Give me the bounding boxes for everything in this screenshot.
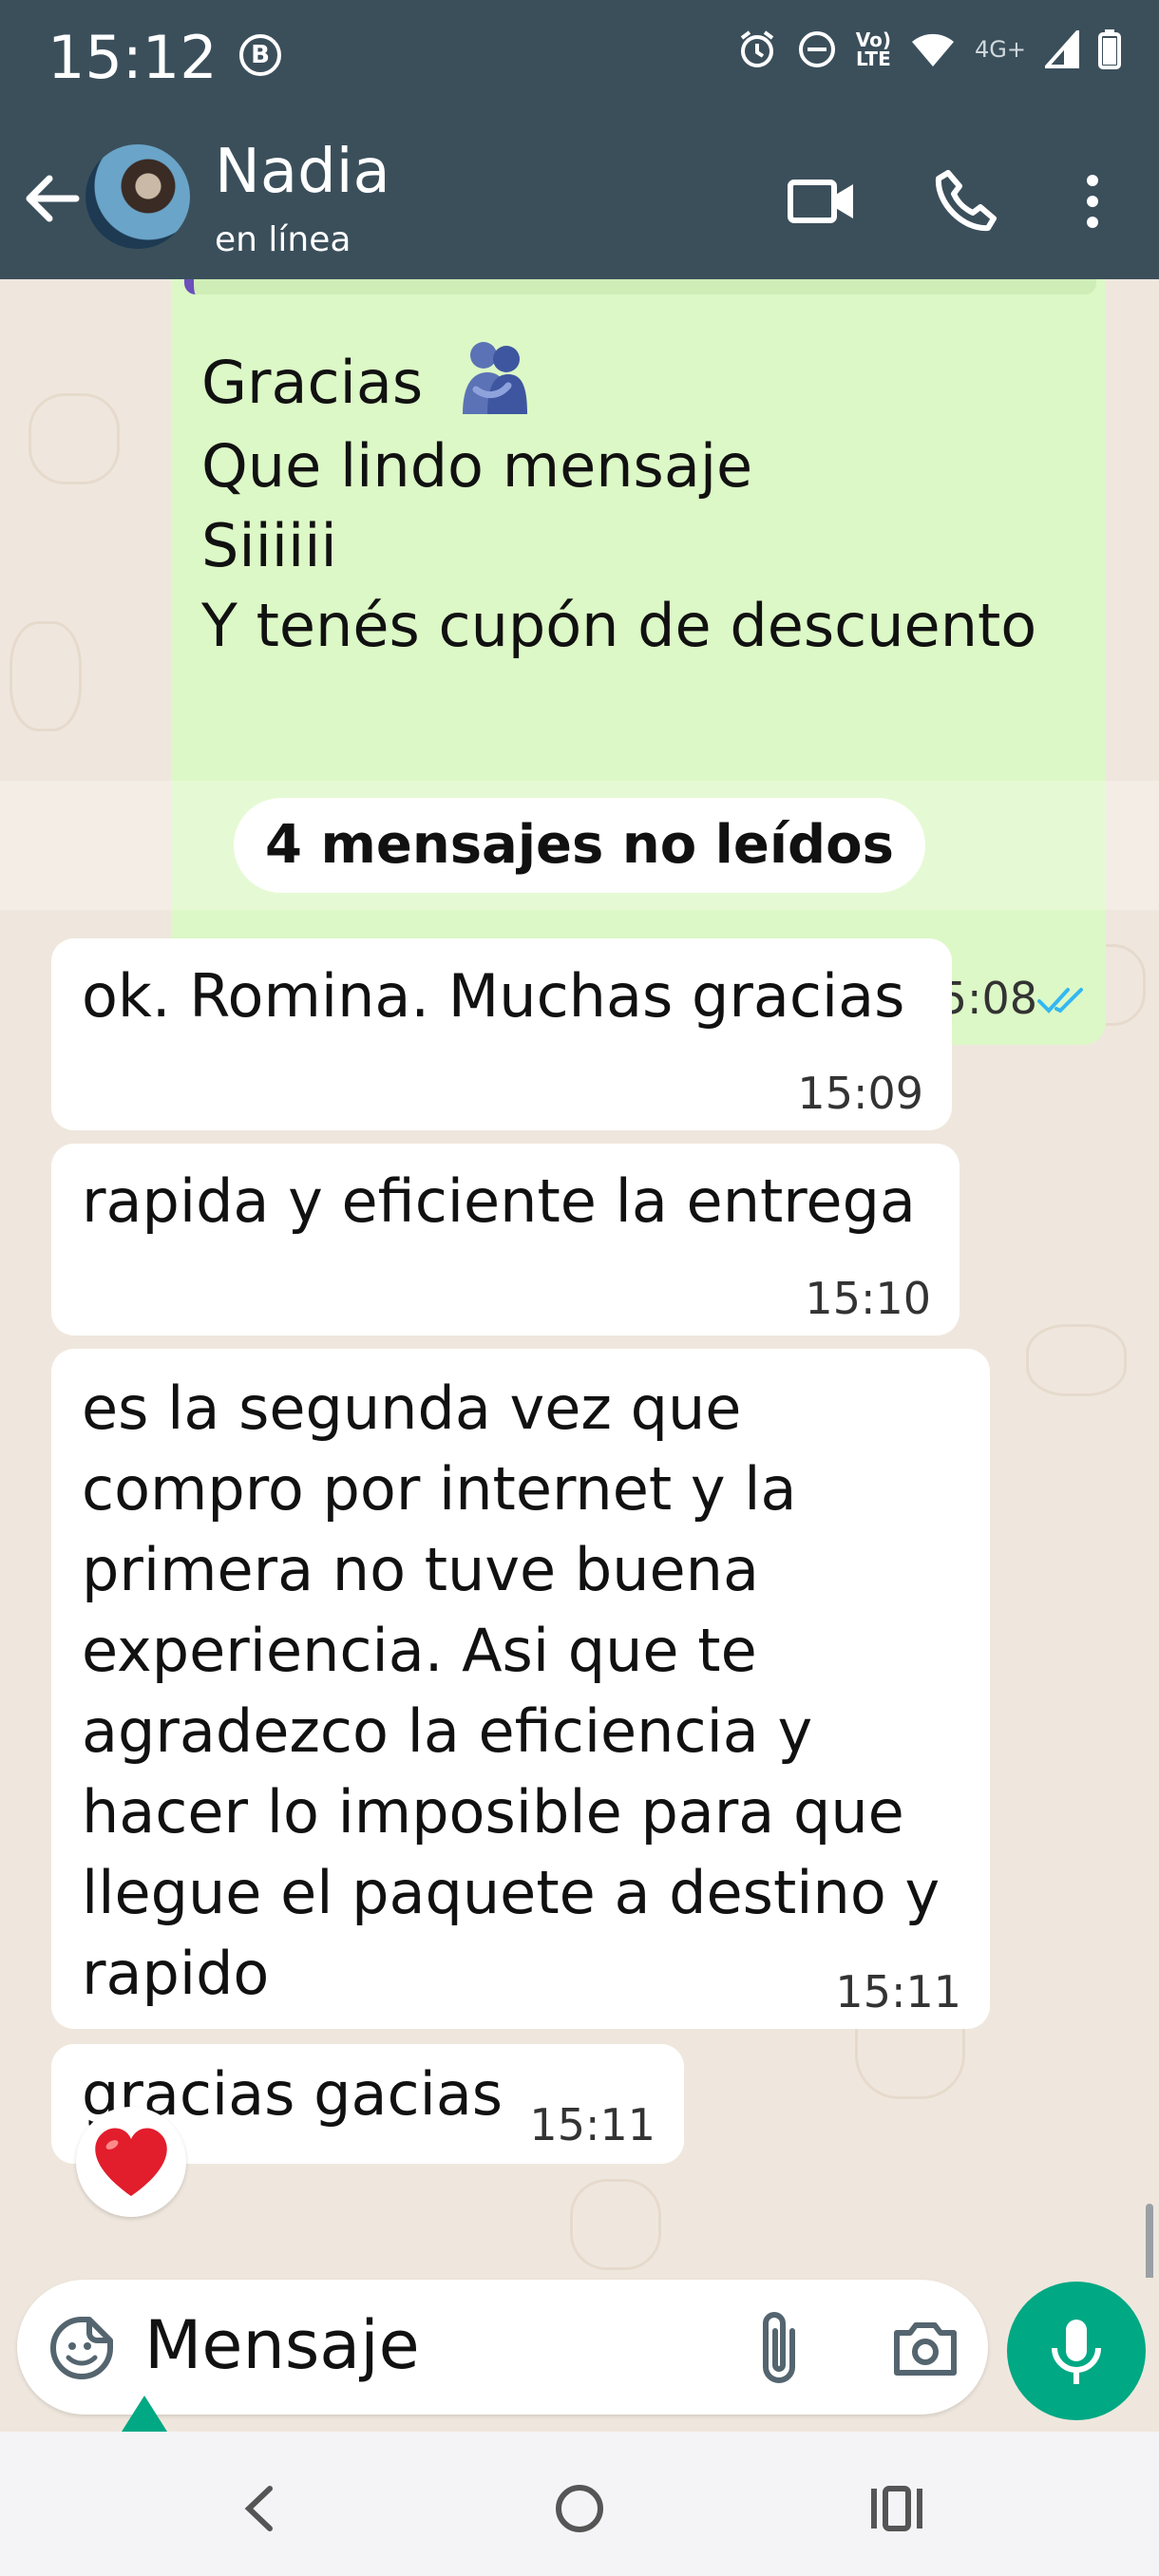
message-line: experiencia. Asi que te xyxy=(82,1616,757,1685)
heart-icon xyxy=(95,2128,167,2196)
incoming-message-bubble[interactable]: rapida y eficiente la entrega 15:10 xyxy=(51,1144,960,1335)
contact-name[interactable]: Nadia xyxy=(215,137,390,207)
message-input[interactable]: Mensaje xyxy=(144,2306,420,2384)
message-time: 15:11 xyxy=(529,2099,656,2150)
message-line: Gracias xyxy=(201,336,531,417)
heart-reaction[interactable] xyxy=(76,2107,186,2217)
paperclip-icon[interactable] xyxy=(750,2308,811,2388)
wallpaper-doodle xyxy=(28,393,120,484)
status-time: 15:12 xyxy=(48,23,218,92)
nav-home-icon[interactable] xyxy=(542,2475,618,2542)
message-text: rapida y eficiente la entrega xyxy=(82,1166,916,1236)
battery-icon xyxy=(1098,29,1121,69)
more-options-icon[interactable] xyxy=(1064,163,1121,239)
wallpaper-doodle xyxy=(570,2179,661,2270)
wifi-icon xyxy=(912,33,955,66)
message-time: 15:09 xyxy=(797,1068,923,1119)
outgoing-message-bubble[interactable]: Gracias Que lindo mensaje Siiiiii Y tené… xyxy=(171,279,1106,1045)
incoming-message-bubble[interactable]: es la segunda vez que compro por interne… xyxy=(51,1349,990,2029)
dnd-icon xyxy=(798,31,835,67)
message-line: llegue el paquete a destino y xyxy=(82,1858,940,1927)
message-line: Siiiiii xyxy=(201,511,337,580)
incoming-message-bubble[interactable]: ok. Romina. Muchas gracias 15:09 xyxy=(51,938,952,1130)
message-line: hacer lo imposible para que xyxy=(82,1777,904,1847)
message-time: 15:10 xyxy=(805,1273,931,1324)
message-line: compro por internet y la xyxy=(82,1454,797,1524)
message-text: ok. Romina. Muchas gracias xyxy=(82,961,905,1031)
signal-icon xyxy=(1045,30,1079,68)
status-b-badge: B xyxy=(239,34,281,76)
chat-header: Nadia en línea xyxy=(0,118,1159,279)
message-line: Y tenés cupón de descuento xyxy=(201,591,1037,660)
message-line: Que lindo mensaje xyxy=(201,431,753,501)
system-navigation-bar xyxy=(0,2432,1159,2576)
status-icons: Vo) LTE 4G+ xyxy=(736,28,1121,70)
message-line: primera no tuve buena xyxy=(82,1535,759,1604)
alarm-icon xyxy=(740,30,773,67)
video-call-icon[interactable] xyxy=(785,163,861,239)
camera-icon[interactable] xyxy=(889,2312,961,2384)
message-line: agradezco la eficiencia y xyxy=(82,1696,813,1766)
wallpaper-doodle xyxy=(1026,1324,1127,1396)
people-hugging-emoji-icon xyxy=(455,336,531,416)
network-type: 4G+ xyxy=(975,36,1026,63)
sticker-emoji-icon[interactable] xyxy=(48,2314,116,2382)
message-line: rapido xyxy=(82,1939,270,2008)
nav-recents-icon[interactable] xyxy=(859,2475,935,2542)
voice-message-button[interactable] xyxy=(1007,2282,1146,2420)
scrollbar[interactable] xyxy=(1146,2204,1153,2278)
nav-back-icon[interactable] xyxy=(222,2475,298,2542)
read-receipt-icon xyxy=(1037,988,1083,1013)
quoted-reply[interactable] xyxy=(184,279,1096,294)
contact-status: en línea xyxy=(215,220,352,259)
back-arrow-icon[interactable] xyxy=(21,165,82,232)
phone-call-icon[interactable] xyxy=(929,163,1005,239)
avatar[interactable] xyxy=(86,144,190,249)
message-time: 15:11 xyxy=(835,1966,961,2017)
status-bar: 15:12 B Vo) LTE 4G+ xyxy=(0,0,1159,118)
chat-area[interactable]: Gracias Que lindo mensaje Siiiiii Y tené… xyxy=(0,279,1159,2278)
microphone-icon xyxy=(1052,2320,1101,2384)
unread-messages-divider: 4 mensajes no leídos xyxy=(234,798,925,893)
wallpaper-doodle xyxy=(10,621,82,731)
message-line: es la segunda vez que xyxy=(82,1373,742,1443)
volte-icon: Vo) LTE xyxy=(855,28,892,70)
